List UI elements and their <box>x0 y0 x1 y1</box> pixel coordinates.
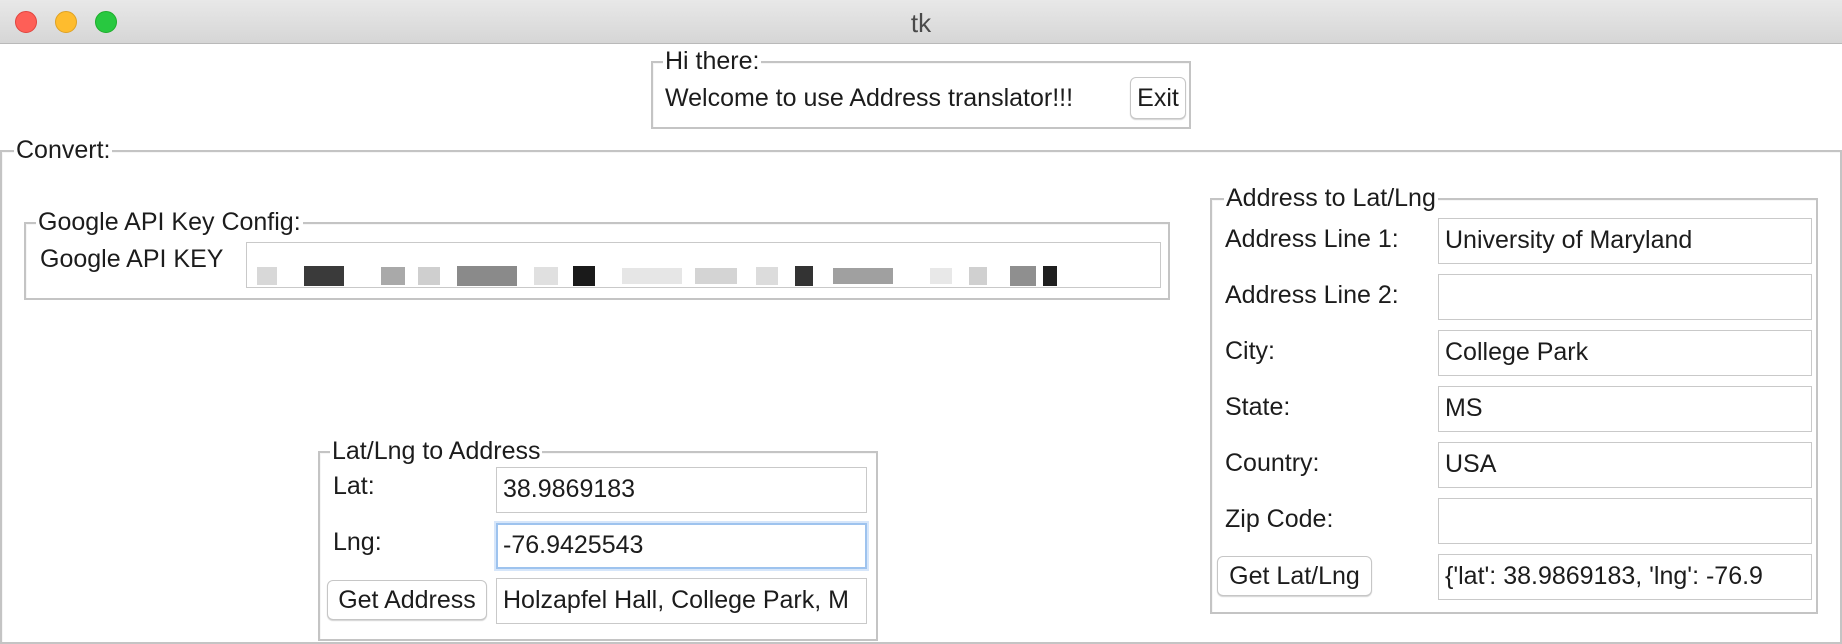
api-key-input[interactable] <box>246 242 1161 288</box>
get-address-button[interactable]: Get Address <box>327 580 487 620</box>
address-line-1-label: Address Line 1: <box>1225 225 1399 253</box>
api-config-frame: Google API Key Config: Google API KEY <box>24 208 1170 300</box>
state-label: State: <box>1225 393 1291 421</box>
address-to-latlng-frame: Address to Lat/Lng Address Line 1: Unive… <box>1210 184 1818 614</box>
zip-code-label: Zip Code: <box>1225 505 1334 533</box>
address-line-1-input[interactable]: University of Maryland <box>1438 218 1812 264</box>
api-config-legend: Google API Key Config: <box>36 208 303 236</box>
address-to-latlng-legend: Address to Lat/Lng <box>1224 184 1438 212</box>
address-result-field[interactable]: Holzapfel Hall, College Park, M <box>496 578 867 624</box>
city-input[interactable]: College Park <box>1438 330 1812 376</box>
greeting-legend: Hi there: <box>663 47 762 75</box>
address-line-2-label: Address Line 2: <box>1225 281 1399 309</box>
title-bar: tk <box>0 0 1842 44</box>
zip-code-input[interactable] <box>1438 498 1812 544</box>
address-line-2-input[interactable] <box>1438 274 1812 320</box>
latlng-to-address-frame: Lat/Lng to Address Lat: 38.9869183 Lng: … <box>318 437 878 641</box>
city-label: City: <box>1225 337 1275 365</box>
greeting-frame: Hi there: Welcome to use Address transla… <box>651 47 1191 129</box>
lat-input[interactable]: 38.9869183 <box>496 467 867 513</box>
exit-button[interactable]: Exit <box>1130 77 1186 119</box>
country-label: Country: <box>1225 449 1320 477</box>
lng-input[interactable]: -76.9425543 <box>496 523 867 569</box>
get-latlng-button[interactable]: Get Lat/Lng <box>1217 556 1372 596</box>
api-key-label: Google API KEY <box>40 245 224 273</box>
country-input[interactable]: USA <box>1438 442 1812 488</box>
redacted-key-mask <box>253 254 1058 287</box>
state-input[interactable]: MS <box>1438 386 1812 432</box>
lng-label: Lng: <box>333 528 382 556</box>
latlng-to-address-legend: Lat/Lng to Address <box>330 437 543 465</box>
latlng-result-field[interactable]: {'lat': 38.9869183, 'lng': -76.9 <box>1438 554 1812 600</box>
window-content: Hi there: Welcome to use Address transla… <box>0 44 1842 644</box>
lat-label: Lat: <box>333 472 375 500</box>
window-title: tk <box>910 8 932 38</box>
convert-legend: Convert: <box>14 136 113 164</box>
welcome-message: Welcome to use Address translator!!! <box>665 84 1074 112</box>
convert-frame: Convert: Google API Key Config: Google A… <box>0 136 1842 644</box>
